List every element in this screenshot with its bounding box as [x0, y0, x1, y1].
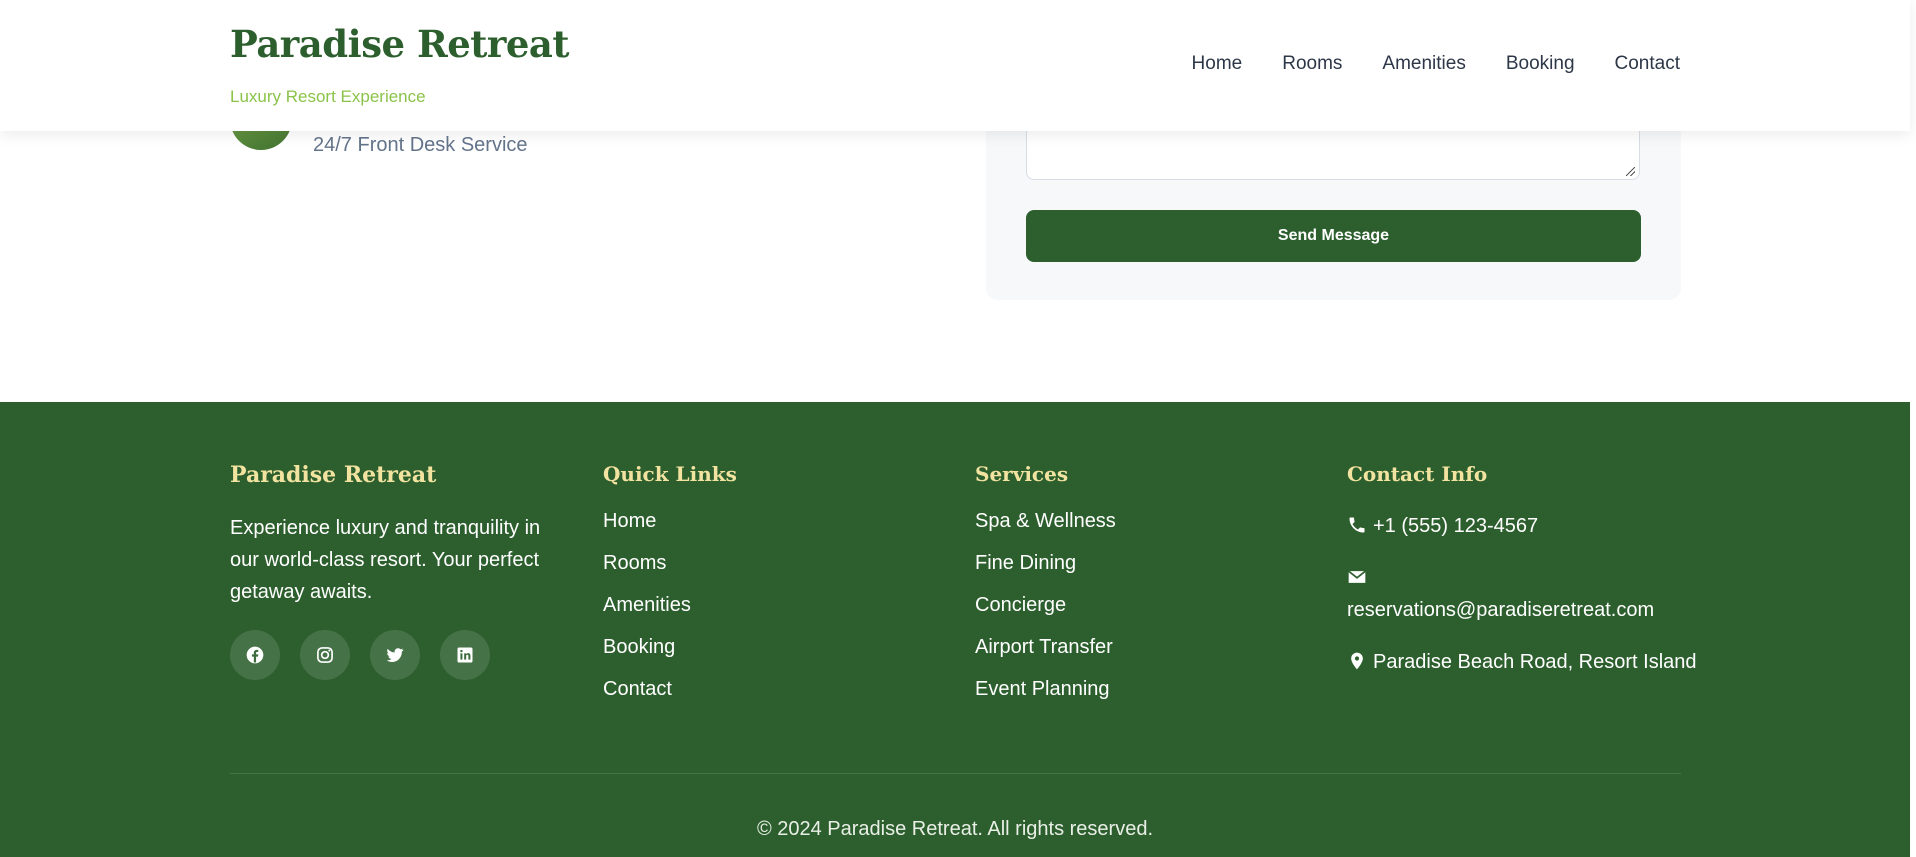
- facebook-icon: [246, 646, 264, 664]
- services-title: Services: [975, 462, 1069, 486]
- service-spa[interactable]: Spa & Wellness: [975, 510, 1116, 532]
- site-header: Paradise Retreat Luxury Resort Experienc…: [0, 0, 1910, 131]
- site-footer: Paradise Retreat Experience luxury and t…: [0, 402, 1910, 857]
- page-scrollbar[interactable]: [1910, 0, 1916, 857]
- contact-address-text: Paradise Beach Road, Resort Island: [1373, 651, 1697, 673]
- footer-services: Services Spa & Wellness Fine Dining Conc…: [975, 462, 1116, 720]
- footer-link-booking[interactable]: Booking: [603, 636, 737, 658]
- copyright-text: © 2024 Paradise Retreat. All rights rese…: [756, 818, 1154, 840]
- main-nav: Home Rooms Amenities Booking Contact: [1192, 53, 1680, 75]
- nav-home[interactable]: Home: [1192, 53, 1243, 75]
- brand-title[interactable]: Paradise Retreat: [230, 22, 569, 66]
- footer-link-amenities[interactable]: Amenities: [603, 594, 737, 616]
- service-concierge[interactable]: Concierge: [975, 594, 1116, 616]
- twitter-link[interactable]: [370, 630, 420, 680]
- twitter-icon: [386, 648, 404, 662]
- nav-amenities[interactable]: Amenities: [1382, 53, 1465, 75]
- instagram-link[interactable]: [300, 630, 350, 680]
- nav-booking[interactable]: Booking: [1506, 53, 1575, 75]
- contact-phone[interactable]: +1 (555) 123-4567: [1347, 510, 1697, 542]
- nav-contact[interactable]: Contact: [1615, 53, 1680, 75]
- send-message-button[interactable]: Send Message: [1026, 210, 1641, 262]
- instagram-icon: [317, 647, 333, 663]
- service-events[interactable]: Event Planning: [975, 678, 1116, 700]
- contact-address: Paradise Beach Road, Resort Island: [1347, 646, 1697, 678]
- phone-icon: [1349, 517, 1365, 533]
- footer-brand-title: Paradise Retreat: [230, 462, 437, 488]
- brand-tagline: Luxury Resort Experience: [230, 87, 426, 106]
- contact-email[interactable]: reservations@paradiseretreat.com: [1347, 562, 1697, 626]
- footer-about: Paradise Retreat Experience luxury and t…: [230, 462, 570, 680]
- footer-link-rooms[interactable]: Rooms: [603, 552, 737, 574]
- service-airport[interactable]: Airport Transfer: [975, 636, 1116, 658]
- contact-info-title: Contact Info: [1347, 462, 1488, 486]
- contact-email-text: reservations@paradiseretreat.com: [1347, 599, 1655, 621]
- nav-rooms[interactable]: Rooms: [1282, 53, 1342, 75]
- linkedin-link[interactable]: [440, 630, 490, 680]
- footer-link-contact[interactable]: Contact: [603, 678, 737, 700]
- map-marker-icon: [1351, 652, 1363, 670]
- footer-quick-links: Quick Links Home Rooms Amenities Booking…: [603, 462, 737, 720]
- footer-contact-info: Contact Info +1 (555) 123-4567 reservati…: [1347, 462, 1697, 698]
- service-dining[interactable]: Fine Dining: [975, 552, 1116, 574]
- footer-about-text: Experience luxury and tranquility in our…: [230, 517, 541, 603]
- social-links: [230, 630, 570, 680]
- front-desk-text: 24/7 Front Desk Service: [313, 134, 528, 156]
- linkedin-icon: [457, 647, 473, 663]
- quick-links-title: Quick Links: [603, 462, 737, 486]
- envelope-icon: [1348, 570, 1366, 583]
- contact-phone-text: +1 (555) 123-4567: [1373, 515, 1539, 537]
- facebook-link[interactable]: [230, 630, 280, 680]
- footer-link-home[interactable]: Home: [603, 510, 737, 532]
- footer-divider: [230, 773, 1681, 774]
- resize-handle-icon[interactable]: [1626, 167, 1635, 176]
